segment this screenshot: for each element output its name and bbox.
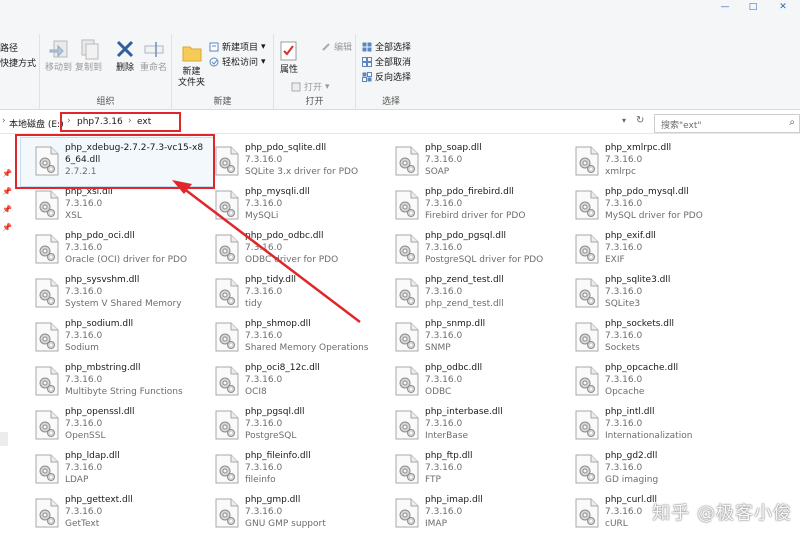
watermark: 知乎 @极客小俊: [652, 503, 792, 524]
annotation-arrow: [172, 180, 361, 323]
